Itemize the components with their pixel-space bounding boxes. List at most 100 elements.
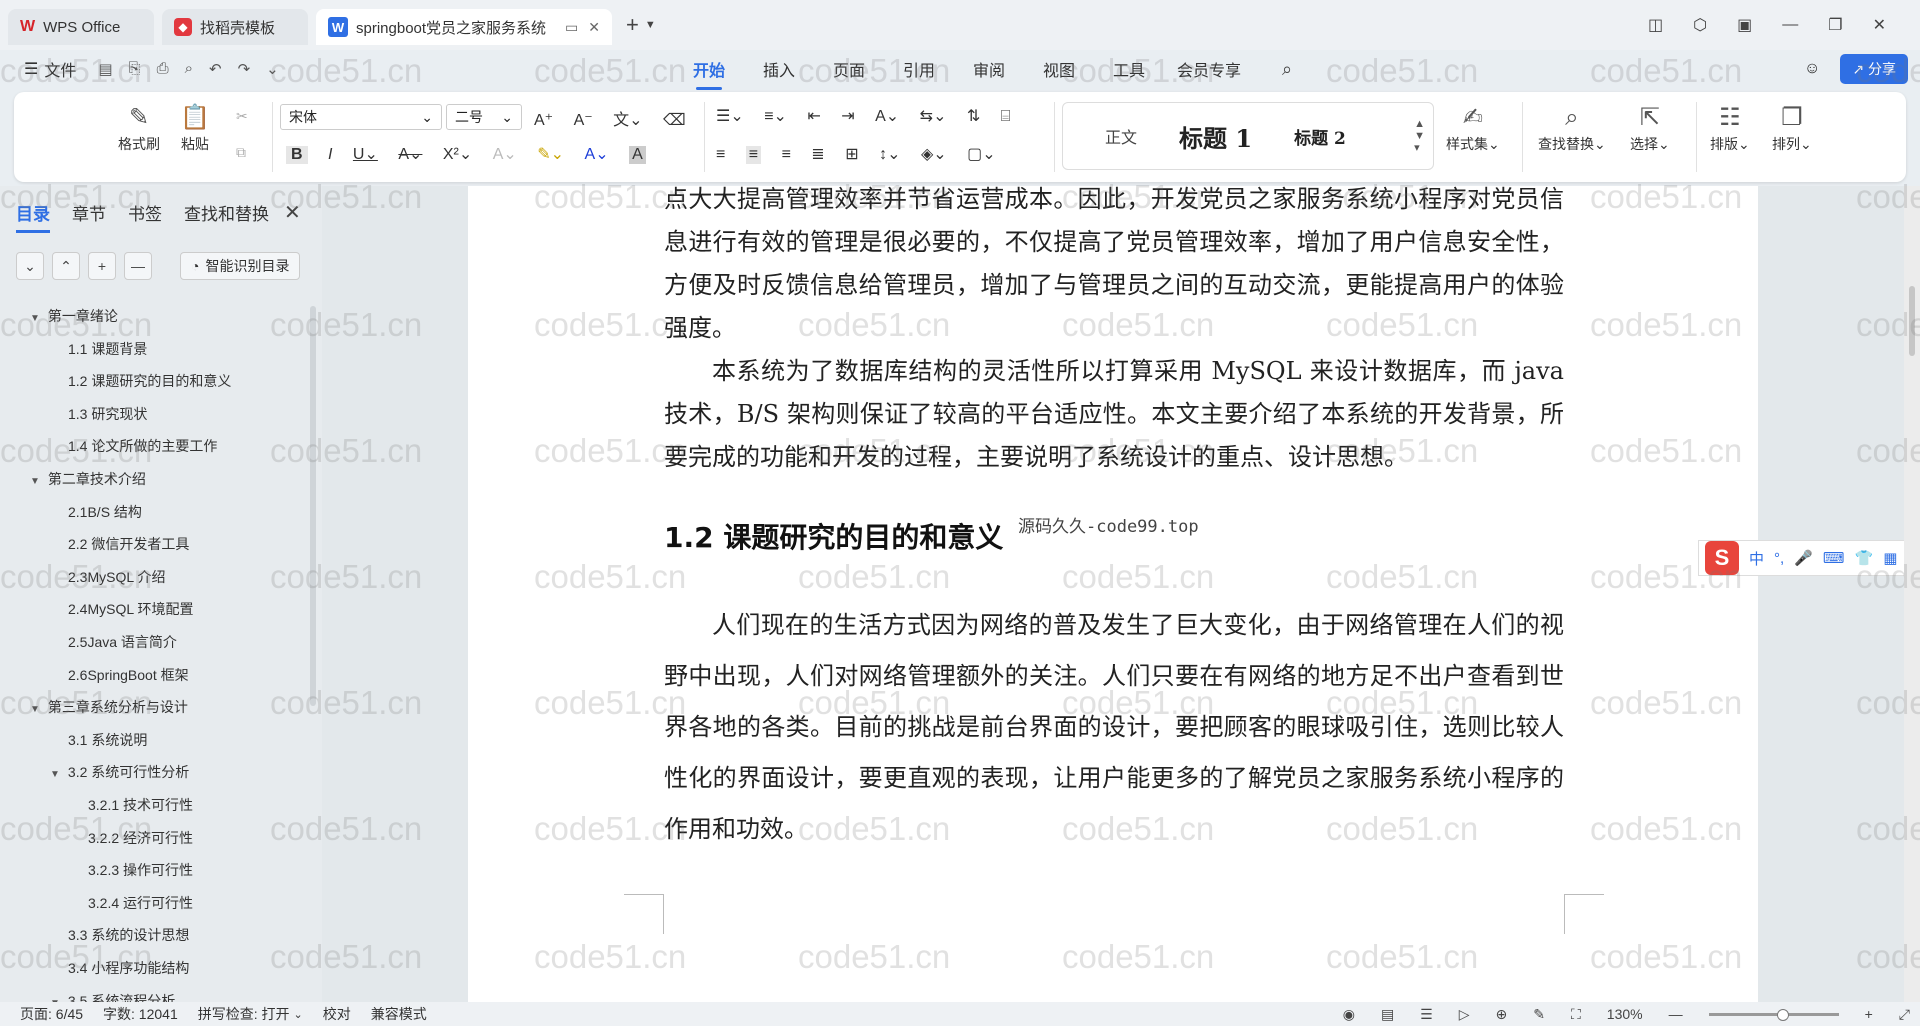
restore-icon[interactable]: ❐	[1828, 15, 1842, 35]
strikethrough-icon[interactable]: A⌄	[398, 144, 422, 164]
zoom-slider[interactable]	[1708, 1008, 1839, 1021]
align-right-icon[interactable]: ≡	[782, 146, 791, 164]
word-count[interactable]: 字数: 12041	[103, 1004, 178, 1024]
close-icon[interactable]: ✕	[284, 200, 301, 225]
sidebar-toggle-icon[interactable]: ◫	[1648, 15, 1663, 35]
zoom-in-icon[interactable]: +	[1865, 1006, 1873, 1022]
toc-item[interactable]: ▼ 第二章技术介绍	[30, 469, 146, 489]
style-set-button[interactable]: ✍ 样式集⌄	[1446, 102, 1500, 154]
nav-tab-find[interactable]: 查找和替换	[184, 200, 269, 225]
tab-document[interactable]: W springboot党员之家服务系统 ▭ ✕	[316, 9, 612, 45]
save-icon[interactable]: ▤	[98, 60, 112, 78]
toc-item[interactable]: 3.2.2 经济可行性	[88, 828, 193, 848]
cut-icon[interactable]: ✂	[236, 108, 248, 125]
style-heading1[interactable]: 标题 1	[1179, 119, 1252, 154]
toc-item[interactable]: 1.4 论文所做的主要工作	[68, 436, 217, 456]
document-page[interactable]: 点大大提高管理效率并节省运营成本。因此，开发党员之家服务系统小程序对党员信息进行…	[468, 186, 1758, 1002]
bold-icon[interactable]: B	[286, 146, 308, 164]
close-tab-icon[interactable]: ✕	[588, 19, 600, 36]
zoom-out-icon[interactable]: —	[1669, 1006, 1683, 1022]
minimize-icon[interactable]: —	[1782, 16, 1798, 34]
page-view-icon[interactable]: ▤	[1381, 1006, 1394, 1023]
bullet-list-icon[interactable]: ☰⌄	[716, 106, 744, 126]
menu-tools[interactable]: 工具	[1094, 57, 1164, 81]
convert-icon[interactable]: ⇆⌄	[920, 106, 947, 126]
ime-toolbar[interactable]: S 中 °, 🎤 ⌨ 👕 ▦	[1698, 540, 1920, 576]
expand-arrow-icon[interactable]: ▼	[50, 769, 60, 780]
menu-references[interactable]: 引用	[884, 57, 954, 81]
expand-arrow-icon[interactable]: ▼	[30, 313, 40, 324]
toc-item[interactable]: 2.2 微信开发者工具	[68, 534, 189, 554]
toc-item[interactable]: ▼ 第一章绪论	[30, 306, 118, 326]
highlight-icon[interactable]: ✎⌄	[537, 144, 564, 164]
close-window-icon[interactable]: ✕	[1873, 15, 1886, 35]
expand-icon[interactable]: ⌃	[52, 252, 80, 280]
add-icon[interactable]: +	[88, 252, 116, 280]
print-preview-icon[interactable]: ⌕	[185, 60, 193, 78]
section-heading[interactable]: 1.2 课题研究的目的和意义	[664, 516, 1003, 556]
numbered-list-icon[interactable]: ≡⌄	[764, 106, 787, 126]
tab-template[interactable]: ◆ 找稻壳模板	[162, 9, 308, 45]
align-left-icon[interactable]: ≡	[716, 146, 725, 164]
distributed-icon[interactable]: ⊞	[845, 144, 858, 164]
redo-icon[interactable]: ↷	[238, 60, 251, 78]
export-icon[interactable]: ⎘	[129, 60, 141, 78]
document-scrollbar[interactable]	[1904, 186, 1920, 1002]
share-button[interactable]: ↗ 分享	[1840, 54, 1908, 84]
show-marks-icon[interactable]: ⌸	[1001, 108, 1011, 126]
copy-icon[interactable]: ⧉	[236, 144, 246, 161]
page-indicator[interactable]: 页面: 6/45	[20, 1004, 83, 1024]
sort-icon[interactable]: ⇅	[967, 106, 980, 126]
keyboard-icon[interactable]: ⌨	[1823, 549, 1845, 567]
fullscreen-icon[interactable]: ⤢	[1899, 1006, 1910, 1023]
spell-check[interactable]: 拼写检查: 打开	[198, 1004, 290, 1024]
toc-item[interactable]: 1.3 研究现状	[68, 404, 147, 424]
fit-page-icon[interactable]: ⛶	[1571, 1006, 1581, 1023]
style-normal[interactable]: 正文	[1105, 124, 1137, 148]
underline-icon[interactable]: U⌄	[353, 144, 378, 164]
font-size-select[interactable]: 二号 ⌄	[446, 104, 522, 130]
char-shading-icon[interactable]: A	[629, 146, 646, 164]
outdent-icon[interactable]: ⇤	[807, 106, 820, 126]
tab-wps-home[interactable]: W WPS Office	[8, 9, 154, 45]
border-icon[interactable]: ▢⌄	[967, 144, 996, 164]
skin-icon[interactable]: 👕	[1855, 549, 1874, 567]
shading-icon[interactable]: ◈⌄	[921, 144, 947, 164]
print-icon[interactable]: ⎙	[157, 60, 169, 78]
toc-item[interactable]: 2.1B/S 结构	[68, 502, 142, 522]
chevron-down-icon[interactable]: ▼	[645, 19, 656, 31]
layout-button[interactable]: ☷ 排版⌄	[1710, 102, 1750, 154]
toc-item[interactable]: 1.2 课题研究的目的和意义	[68, 371, 231, 391]
align-center-icon[interactable]: ≡	[745, 146, 762, 164]
chevron-down-icon[interactable]: ⌄	[294, 1008, 303, 1021]
arrange-button[interactable]: ❐ 排列⌄	[1772, 102, 1812, 154]
chevron-down-icon[interactable]: ⌄	[266, 60, 279, 78]
format-painter-button[interactable]: ✎ 格式刷	[118, 102, 160, 154]
window-mode-icon[interactable]: ▭	[565, 19, 578, 36]
zoom-level[interactable]: 130%	[1607, 1006, 1643, 1022]
superscript-icon[interactable]: X²⌄	[443, 144, 472, 164]
italic-icon[interactable]: I	[328, 146, 332, 164]
indent-icon[interactable]: ⇥	[841, 106, 854, 126]
toc-item[interactable]: 3.3 系统的设计思想	[68, 925, 189, 945]
paragraph[interactable]: 本系统为了数据库结构的灵活性所以打算采用 MySQL 来设计数据库，而 java…	[664, 350, 1564, 479]
nav-tab-sections[interactable]: 章节	[72, 200, 106, 225]
new-tab-button[interactable]: +	[626, 12, 639, 38]
font-grow-icon[interactable]: A⁺	[534, 110, 553, 130]
remove-icon[interactable]: —	[124, 252, 152, 280]
search-icon[interactable]: ⌕	[1282, 59, 1292, 80]
menu-page[interactable]: 页面	[814, 57, 884, 81]
cube-icon[interactable]: ⬡	[1693, 15, 1707, 35]
expand-arrow-icon[interactable]: ▼	[30, 704, 40, 715]
microphone-icon[interactable]: 🎤	[1794, 549, 1813, 567]
toc-item[interactable]: ▼ 3.2 系统可行性分析	[50, 762, 189, 782]
nav-tab-bookmarks[interactable]: 书签	[128, 200, 162, 225]
toc-item[interactable]: 3.4 小程序功能结构	[68, 958, 189, 978]
paste-button[interactable]: 📋 粘贴	[180, 102, 210, 154]
line-spacing-icon[interactable]: ↕⌄	[879, 144, 900, 164]
style-heading2[interactable]: 标题 2	[1294, 124, 1346, 149]
outline-view-icon[interactable]: ☰	[1420, 1006, 1433, 1023]
toc-item[interactable]: 2.6SpringBoot 框架	[68, 665, 189, 685]
toc-scrollbar[interactable]	[310, 306, 316, 706]
font-shrink-icon[interactable]: A⁻	[574, 110, 593, 130]
